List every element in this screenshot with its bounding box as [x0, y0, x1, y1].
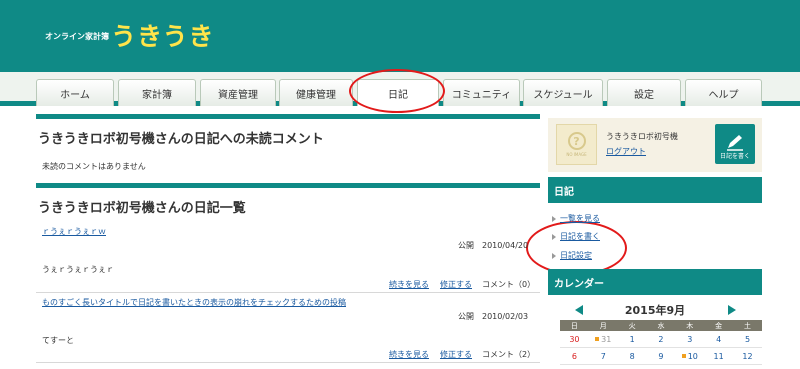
sidebar-item-write[interactable]: 日記を書く: [552, 231, 600, 242]
day-number: 9: [658, 351, 664, 361]
user-name: うきうきロボ初号機: [606, 132, 678, 141]
sidebar-item-label[interactable]: 日記を書く: [560, 232, 600, 241]
comment-count: コメント（2）: [482, 350, 536, 359]
diary-list-title: うきうきロボ初号機さんの日記一覧: [38, 201, 246, 216]
no-image-label: NO IMAGE: [566, 152, 587, 157]
entry-separator: [36, 292, 540, 293]
calendar-week-row: 6 7 8 9 10 11 12: [560, 348, 762, 365]
day-number: 12: [742, 351, 753, 361]
tab-settings[interactable]: 設定: [607, 79, 681, 106]
edit-link[interactable]: 修正する: [440, 349, 472, 360]
entry-marker-icon: [595, 337, 600, 341]
calendar-day[interactable]: 7: [588, 348, 618, 365]
tab-health[interactable]: 健康管理: [279, 79, 353, 106]
calendar-day[interactable]: 9: [646, 348, 676, 365]
sidebar-item-list[interactable]: 一覧を見る: [552, 213, 600, 224]
logo-subtitle: オンライン家計簿: [45, 32, 109, 41]
day-number: 7: [600, 351, 606, 361]
day-number: 3: [687, 334, 693, 344]
triangle-right-icon: [552, 233, 556, 240]
sidebar-item-diary-settings[interactable]: 日記設定: [552, 250, 592, 261]
weekday-label: 金: [704, 320, 734, 331]
site-header: オンライン家計簿 うきうき: [0, 0, 800, 72]
entry-date: 公開 2010/02/03: [458, 312, 529, 321]
calendar-day[interactable]: 11: [704, 348, 734, 365]
tab-home[interactable]: ホーム: [36, 79, 114, 106]
entry-title-link[interactable]: ｒうぇｒうぇｒｗ: [42, 226, 106, 237]
sidebar-item-label[interactable]: 一覧を見る: [560, 214, 600, 223]
day-number: 8: [629, 351, 635, 361]
main-navigation: ホーム 家計簿 資産管理 健康管理 日記 コミュニティ スケジュール 設定 ヘル…: [0, 72, 800, 106]
day-number: 6: [571, 351, 577, 361]
tab-community[interactable]: コミュニティ: [443, 79, 520, 106]
tab-asset-management[interactable]: 資産管理: [200, 79, 276, 106]
calendar-header: カレンダー: [548, 269, 762, 295]
day-number: 11: [713, 351, 724, 361]
diary-menu-header: 日記: [548, 177, 762, 203]
calendar-day[interactable]: 5: [733, 331, 762, 348]
read-more-link[interactable]: 続きを見る: [389, 279, 429, 290]
edit-link[interactable]: 修正する: [440, 279, 472, 290]
calendar-grid: 日 月 火 水 木 金 土 30 31 1 2 3 4 5 6 7 8 9 10…: [560, 320, 762, 365]
calendar-day[interactable]: 8: [617, 348, 647, 365]
tab-help[interactable]: ヘルプ: [685, 79, 762, 106]
calendar-day[interactable]: 4: [704, 331, 734, 348]
sidebar-item-label[interactable]: 日記設定: [560, 251, 592, 260]
calendar-day[interactable]: 10: [675, 348, 705, 365]
unread-empty-message: 未読のコメントはありません: [42, 162, 146, 171]
highlight-circle-diary-settings: [526, 221, 627, 275]
entry-separator: [36, 362, 540, 363]
calendar-day[interactable]: 2: [646, 331, 676, 348]
weekday-label: 火: [617, 320, 647, 331]
unread-comments-title: うきうきロボ初号機さんの日記への未読コメント: [38, 132, 324, 147]
write-diary-button[interactable]: 日記を書く: [715, 124, 755, 164]
avatar: ? NO IMAGE: [556, 124, 597, 165]
day-number: 30: [569, 334, 580, 344]
entry-marker-icon: [681, 354, 686, 358]
calendar-week-row: 30 31 1 2 3 4 5: [560, 331, 762, 348]
weekday-label: 日: [560, 320, 589, 331]
write-diary-label: 日記を書く: [719, 153, 750, 160]
section-bar: [36, 114, 540, 119]
calendar-day[interactable]: 1: [617, 331, 647, 348]
comment-count: コメント（0）: [482, 280, 536, 289]
day-number: 5: [744, 334, 751, 344]
question-icon: ?: [567, 132, 586, 150]
calendar-day[interactable]: 31: [588, 331, 618, 348]
entry-date: 公開 2010/04/20: [458, 241, 529, 250]
day-number: 1: [629, 334, 635, 344]
calendar-day[interactable]: 30: [560, 331, 589, 348]
site-logo[interactable]: うきうき: [111, 17, 215, 53]
day-number: 31: [601, 334, 612, 344]
day-number: 2: [658, 334, 664, 344]
triangle-right-icon: [552, 215, 556, 222]
section-bar: [36, 183, 540, 188]
entry-title-link[interactable]: ものすごく長いタイトルで日記を書いたときの表示の崩れをチェックするための投稿: [42, 297, 346, 308]
calendar-day[interactable]: 12: [733, 348, 762, 365]
weekday-label: 木: [675, 320, 705, 331]
entry-body: うぇｒうぇｒうぇｒ: [42, 265, 114, 274]
logout-link[interactable]: ログアウト: [606, 146, 646, 157]
entry-body: てすーと: [42, 336, 74, 345]
day-number: 10: [687, 351, 698, 361]
calendar-day[interactable]: 6: [560, 348, 589, 365]
pen-icon: [727, 135, 743, 151]
weekday-label: 月: [588, 320, 618, 331]
calendar-weekday-row: 日 月 火 水 木 金 土: [560, 320, 762, 331]
read-more-link[interactable]: 続きを見る: [389, 349, 429, 360]
weekday-label: 水: [646, 320, 676, 331]
tab-household-budget[interactable]: 家計簿: [118, 79, 196, 106]
weekday-label: 土: [733, 320, 762, 331]
tab-schedule[interactable]: スケジュール: [523, 79, 603, 106]
triangle-right-icon: [552, 252, 556, 259]
day-number: 4: [716, 334, 722, 344]
next-month-icon[interactable]: [728, 305, 736, 315]
calendar-day[interactable]: 3: [675, 331, 705, 348]
tab-diary[interactable]: 日記: [357, 79, 439, 106]
